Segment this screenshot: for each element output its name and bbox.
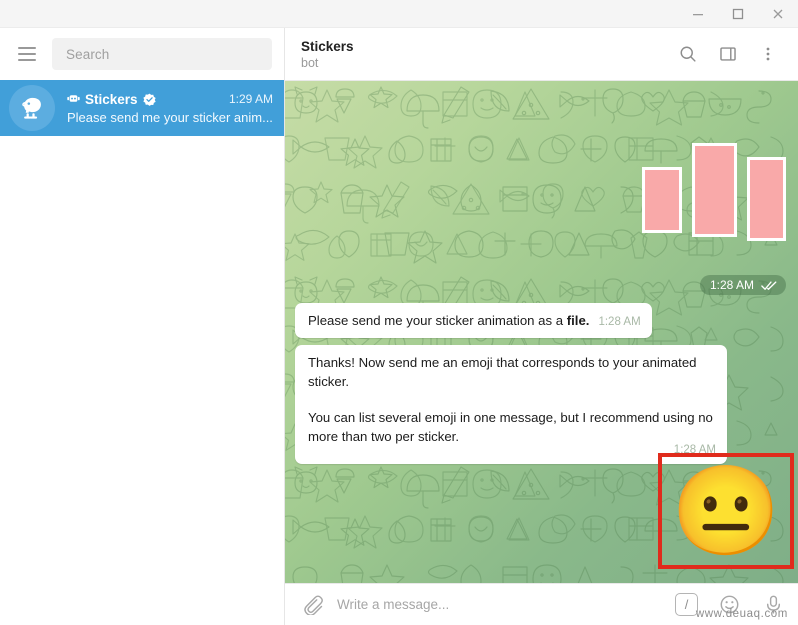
minimize-button[interactable] bbox=[678, 0, 718, 28]
toggle-info-panel-button[interactable] bbox=[716, 42, 740, 66]
message-paragraph-2: You can list several emoji in one messag… bbox=[308, 410, 713, 444]
chat-subtitle: bot bbox=[301, 55, 319, 70]
chat-item-preview: Please send me your sticker anim... bbox=[67, 109, 273, 125]
hamburger-menu-icon[interactable] bbox=[10, 37, 44, 71]
chat-item-time: 1:29 AM bbox=[228, 92, 273, 106]
avatar bbox=[9, 85, 55, 131]
message-text-normal: Please send me your sticker animation as… bbox=[308, 313, 567, 328]
page-title: Stickers bbox=[301, 38, 354, 54]
message-input[interactable]: Write a message... bbox=[337, 597, 675, 612]
duck-icon bbox=[22, 97, 41, 119]
composer-actions: / bbox=[675, 592, 786, 618]
chat-list-item-stickers[interactable]: Stickers 1:29 AM Please send me your sti… bbox=[0, 80, 284, 136]
more-vertical-icon bbox=[766, 47, 770, 61]
more-options-button[interactable] bbox=[756, 42, 780, 66]
maximize-button[interactable] bbox=[718, 0, 758, 28]
chat-item-text: Stickers 1:29 AM Please send me your sti… bbox=[67, 92, 273, 125]
media-placeholder[interactable] bbox=[642, 167, 682, 233]
attach-button[interactable] bbox=[299, 592, 325, 618]
outgoing-time: 1:28 AM bbox=[709, 278, 754, 292]
media-placeholder[interactable] bbox=[692, 143, 737, 237]
chat-item-top-row: Stickers 1:29 AM bbox=[67, 92, 273, 107]
chat-header-actions bbox=[676, 42, 784, 66]
message-row: Please send me your sticker animation as… bbox=[308, 311, 641, 330]
search-icon bbox=[680, 46, 696, 62]
chat-header: Stickers bot bbox=[285, 28, 798, 81]
panel-toggle-icon bbox=[720, 47, 736, 61]
emoji-button[interactable] bbox=[716, 592, 742, 618]
message-text-bold: file. bbox=[566, 313, 590, 328]
search-placeholder: Search bbox=[66, 46, 110, 62]
chat-header-titles: Stickers bot bbox=[301, 39, 354, 70]
close-icon bbox=[773, 9, 783, 18]
media-placeholder-row bbox=[642, 143, 786, 241]
message-scroll: 1:28 AM Please send me your sticker anim… bbox=[285, 81, 798, 583]
message-paragraph-1: Thanks! Now send me an emoji that corres… bbox=[308, 355, 697, 389]
verified-badge-icon bbox=[142, 93, 156, 106]
sticker-highlight-box: 😐 bbox=[658, 453, 794, 569]
bot-icon bbox=[67, 93, 80, 105]
message-input-placeholder: Write a message... bbox=[337, 597, 450, 612]
smiley-icon bbox=[720, 595, 738, 614]
voice-message-button[interactable] bbox=[760, 592, 786, 618]
sidebar: Search Stickers 1:29 AM Please send me y… bbox=[0, 28, 285, 625]
message-bubble-incoming-1[interactable]: Please send me your sticker animation as… bbox=[295, 303, 652, 338]
search-messages-button[interactable] bbox=[676, 42, 700, 66]
minimize-icon bbox=[693, 13, 703, 15]
sidebar-search-row: Search bbox=[0, 28, 284, 80]
title-bar bbox=[0, 0, 798, 28]
double-check-icon bbox=[761, 280, 777, 290]
outgoing-time-pill: 1:28 AM bbox=[699, 275, 786, 295]
maximize-icon bbox=[732, 8, 744, 19]
message-text: Please send me your sticker animation as… bbox=[308, 311, 589, 330]
media-placeholder[interactable] bbox=[747, 157, 786, 241]
neutral-face-emoji[interactable]: 😐 bbox=[671, 467, 781, 555]
message-bubble-incoming-2[interactable]: Thanks! Now send me an emoji that corres… bbox=[295, 345, 727, 464]
search-input[interactable]: Search bbox=[52, 38, 272, 70]
slash-command-button[interactable]: / bbox=[675, 593, 698, 616]
paperclip-icon bbox=[303, 595, 323, 615]
message-composer: Write a message... / bbox=[285, 583, 798, 625]
chat-panel: Stickers bot 1:28 AM Please send me your… bbox=[285, 28, 798, 625]
message-area[interactable]: 1:28 AM Please send me your sticker anim… bbox=[285, 81, 798, 583]
chat-item-name: Stickers bbox=[85, 91, 138, 107]
message-time: 1:28 AM bbox=[598, 316, 641, 328]
outgoing-status: 1:28 AM bbox=[699, 275, 786, 295]
telegram-window: Search Stickers 1:29 AM Please send me y… bbox=[0, 0, 798, 625]
close-button[interactable] bbox=[758, 0, 798, 28]
microphone-icon bbox=[766, 595, 780, 614]
